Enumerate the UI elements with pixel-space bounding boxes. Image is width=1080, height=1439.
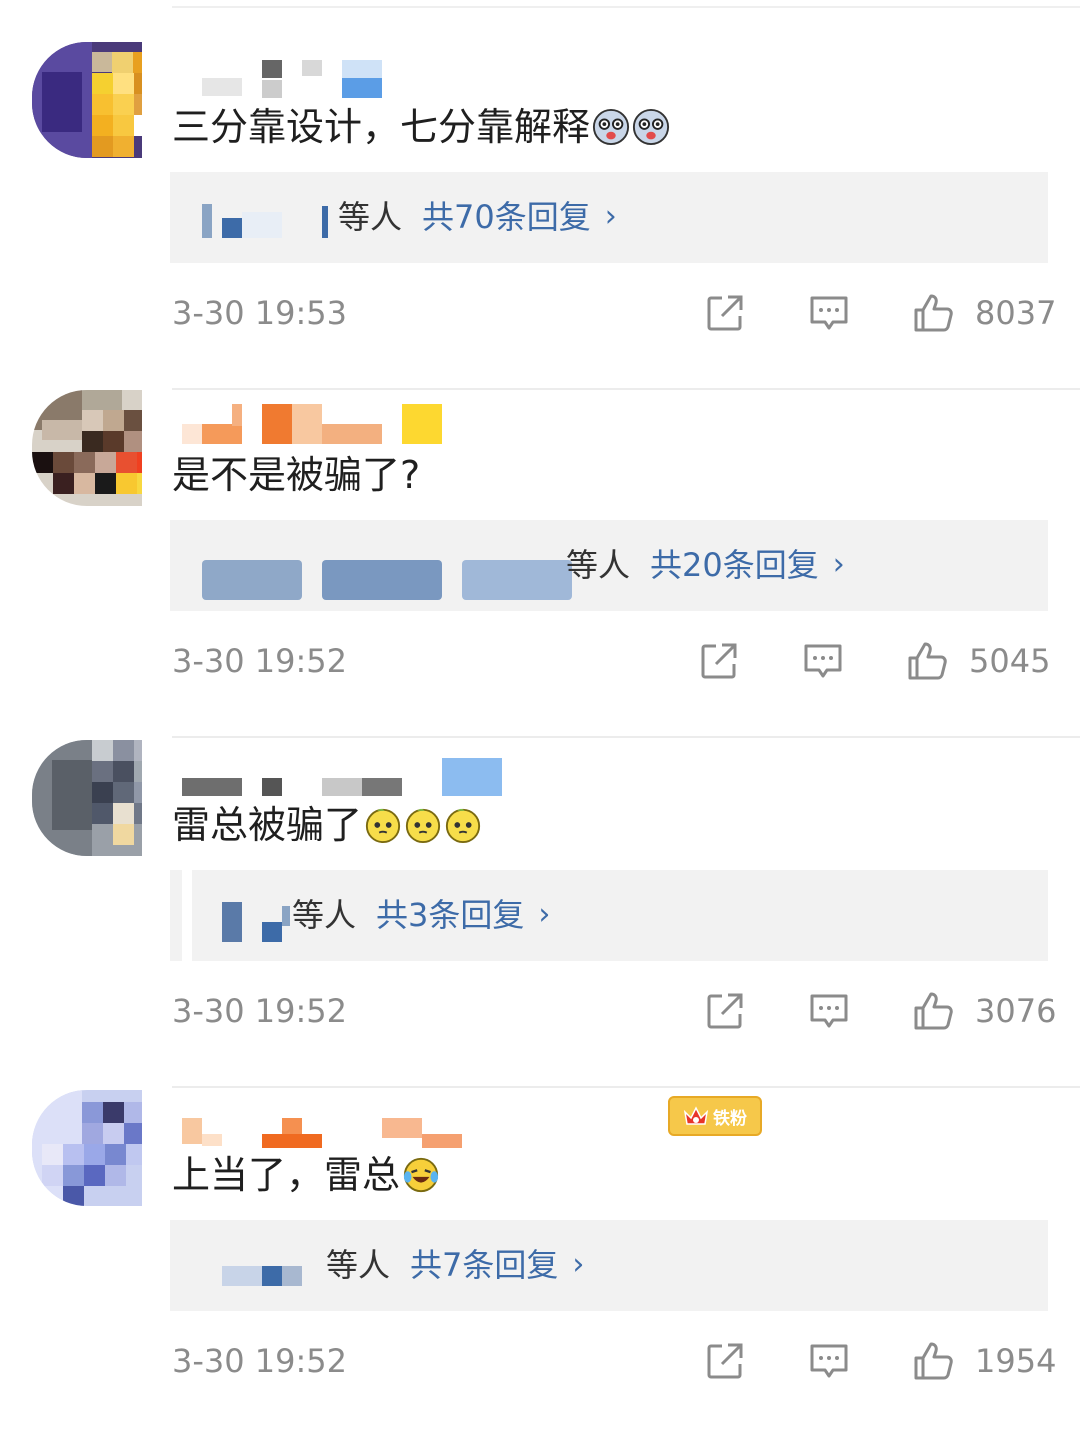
username-blurred[interactable]: 铁粉: [172, 1096, 772, 1154]
comment-icon[interactable]: [808, 1340, 850, 1382]
reply-count-link[interactable]: 共3条回复: [376, 892, 524, 938]
username-blurred[interactable]: [172, 56, 772, 106]
comment-meta: 3-30 19:52 3076: [172, 988, 1056, 1038]
comment-icon[interactable]: [808, 990, 850, 1032]
replies-preview[interactable]: 等人 共20条回复 ›: [170, 520, 1048, 611]
like-count: 3076: [975, 992, 1057, 1030]
comment-text: 是不是被骗了?: [172, 453, 421, 497]
avatar[interactable]: [32, 42, 142, 158]
ghost-face-icon: [592, 108, 630, 146]
thumbs-up-icon[interactable]: [912, 990, 954, 1032]
avatar[interactable]: [32, 1090, 142, 1206]
badge-label: 铁粉: [713, 1108, 747, 1129]
reply-users-suffix: 等人: [566, 546, 631, 584]
thumbs-up-icon[interactable]: [912, 1340, 954, 1382]
reply-count-link[interactable]: 共70条回复: [422, 194, 591, 240]
chevron-right-icon: ›: [832, 547, 845, 582]
like-count: 5045: [969, 642, 1051, 680]
replies-preview[interactable]: 等人 共7条回复 ›: [170, 1220, 1048, 1311]
comment-icon[interactable]: [808, 292, 850, 334]
comment-divider: [172, 1086, 1080, 1088]
avatar[interactable]: [32, 390, 142, 506]
chevron-right-icon: ›: [604, 199, 617, 234]
comment-item: 雷总被骗了 等人 共3条回复 › 3-30 19:52 3076: [0, 740, 1080, 1089]
pleading-face-icon: [405, 808, 441, 844]
comment-meta: 3-30 19:52 1954: [172, 1338, 1056, 1388]
share-icon[interactable]: [704, 1340, 746, 1382]
reply-users-suffix: 等人: [292, 896, 357, 934]
username-blurred[interactable]: [172, 754, 772, 804]
comment-meta: 3-30 19:53 8037: [172, 290, 1056, 340]
comment-divider: [172, 736, 1080, 738]
chevron-right-icon: ›: [538, 897, 551, 932]
share-icon[interactable]: [698, 640, 740, 682]
like-count: 8037: [975, 294, 1057, 332]
comment-text: 雷总被骗了: [172, 800, 482, 850]
comment-icon[interactable]: [802, 640, 844, 682]
replies-preview[interactable]: 等人 共3条回复 ›: [170, 870, 1048, 961]
thumbs-up-icon[interactable]: [912, 292, 954, 334]
avatar[interactable]: [32, 740, 142, 856]
comment-item: 三分靠设计，七分靠解释 等人 共70条回复 › 3-30 19:53 8037: [0, 42, 1080, 391]
pleading-face-icon: [365, 808, 401, 844]
share-icon[interactable]: [704, 990, 746, 1032]
thumbs-up-icon[interactable]: [906, 640, 948, 682]
comment-time: 3-30 19:52: [172, 642, 348, 680]
reply-users-suffix: 等人: [338, 198, 403, 236]
reply-count-link[interactable]: 共20条回复: [650, 542, 819, 588]
username-blurred[interactable]: [172, 404, 772, 454]
comment-meta: 3-30 19:52 5045: [172, 638, 1051, 688]
comment-text: 上当了，雷总: [172, 1150, 440, 1200]
reply-users-suffix: 等人: [326, 1246, 391, 1284]
comment-text: 三分靠设计，七分靠解释: [172, 102, 670, 152]
share-icon[interactable]: [704, 292, 746, 334]
comment-time: 3-30 19:52: [172, 992, 348, 1030]
pleading-face-icon: [445, 808, 481, 844]
reply-count-link[interactable]: 共7条回复: [410, 1242, 558, 1288]
top-divider: [172, 6, 1080, 8]
comment-time: 3-30 19:52: [172, 1342, 348, 1380]
comment-item: 是不是被骗了? 等人 共20条回复 › 3-30 19:52 5045: [0, 390, 1080, 739]
ghost-face-icon: [632, 108, 670, 146]
fan-badge[interactable]: 铁粉: [668, 1096, 762, 1136]
laughing-crying-face-icon: [403, 1157, 439, 1193]
crown-icon: [683, 1106, 709, 1125]
chevron-right-icon: ›: [572, 1247, 585, 1282]
comment-item: 铁粉 上当了，雷总 等人 共7条回复 › 3-30 19:52 1954: [0, 1090, 1080, 1439]
replies-preview[interactable]: 等人 共70条回复 ›: [170, 172, 1048, 263]
like-count: 1954: [975, 1342, 1057, 1380]
comment-time: 3-30 19:53: [172, 294, 348, 332]
